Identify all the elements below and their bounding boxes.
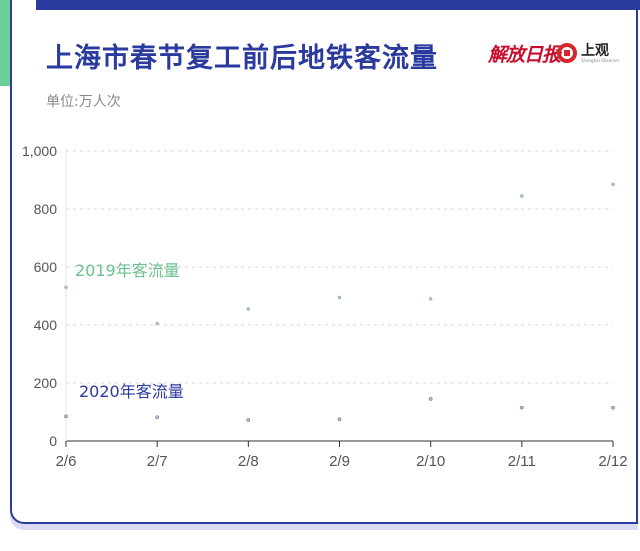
x-tick-label: 2/8 (238, 453, 259, 470)
y-tick-label: 200 (34, 375, 58, 391)
data-point (428, 397, 433, 401)
data-point (64, 414, 68, 419)
data-point (520, 194, 524, 198)
data-point (155, 321, 159, 326)
x-tick-label: 2/12 (598, 453, 627, 470)
x-tick-label: 2/7 (147, 453, 168, 470)
data-point (611, 405, 615, 410)
data-point (246, 307, 251, 311)
series-label-2019: 2019年客流量 (75, 261, 180, 280)
y-tick-label: 600 (34, 259, 58, 275)
y-tick-label: 0 (49, 433, 57, 449)
data-point (337, 295, 342, 300)
data-point (64, 285, 68, 290)
x-tick-label: 2/10 (416, 453, 445, 470)
data-point (611, 182, 615, 187)
data-point (155, 415, 159, 420)
x-tick-label: 2/11 (508, 453, 536, 470)
x-tick-label: 2/6 (56, 453, 77, 470)
y-tick-label: 800 (34, 201, 58, 217)
chart-plot: 0 200 400 600 800 1,000 2/6 2/7 2/8 2/9 2/10 2/11 2/… (22, 143, 628, 470)
data-point (428, 297, 433, 301)
x-tick-label: 2/9 (329, 453, 350, 470)
series-label-2020: 2020年客流量 (79, 382, 184, 401)
data-point (520, 405, 524, 410)
y-tick-label: 1,000 (22, 143, 57, 159)
y-tick-label: 400 (34, 317, 58, 333)
data-point (246, 418, 251, 422)
data-point (337, 417, 342, 422)
